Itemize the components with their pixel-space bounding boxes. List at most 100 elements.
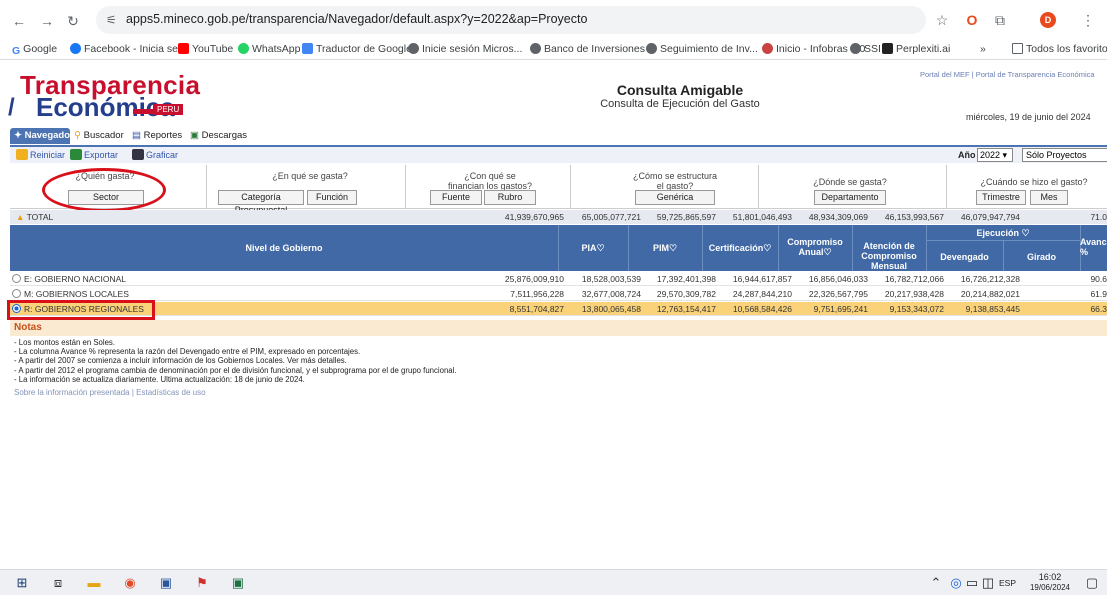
cell-atencion: 9,751,695,241 [813, 304, 868, 314]
cell-girado: 20,214,882,021 [960, 289, 1020, 299]
total-row: ▲ TOTAL 41,939,670,965 65,005,077,721 59… [10, 210, 1107, 224]
cell-pim: 18,528,003,539 [581, 274, 641, 284]
bookmark-traductor[interactable]: Traductor de Google [302, 43, 412, 55]
notes-list: - Los montos están en Soles. - La column… [14, 338, 457, 384]
notes-heading: Notas [10, 320, 1107, 336]
download-icon: ▣ [190, 130, 202, 141]
forward-icon[interactable]: → [40, 14, 54, 28]
total-atencion: 48,934,309,069 [808, 212, 868, 222]
funcion-button[interactable]: Función [307, 190, 357, 205]
cell-devengado: 9,153,343,072 [889, 304, 944, 314]
bookmark-facebook[interactable]: Facebook - Inicia se... [70, 43, 187, 55]
total-girado: 46,079,947,794 [960, 212, 1020, 222]
year-select[interactable]: 2022 ▾ [977, 148, 1013, 162]
rubro-button[interactable]: Rubro [484, 190, 536, 205]
bookmark-star-icon[interactable]: ☆ [934, 12, 950, 28]
mode-select[interactable]: Sólo Proyectos▾ [1022, 148, 1107, 162]
windows-start-icon[interactable]: ⊞ [14, 575, 30, 591]
tab-navegador[interactable]: ✦ Navegador [10, 128, 74, 144]
fuente-button[interactable]: Fuente [430, 190, 482, 205]
question-panel: ¿Quién gasta? Sector ¿En qué se gasta? C… [10, 165, 1107, 215]
browser-chrome: ← → ↻ ⚟ apps5.mineco.gob.pe/transparenci… [0, 0, 1107, 60]
file-explorer-icon[interactable]: ▬ [86, 575, 102, 591]
note-line: - A partir del 2007 se comienza a inclui… [14, 356, 347, 366]
col-devengado[interactable]: Devengado [926, 252, 1003, 262]
radio-button[interactable] [12, 289, 21, 298]
site-header: Transparencia / Económica PERU Consulta … [0, 60, 1107, 130]
more-bookmarks-icon[interactable]: » [980, 43, 986, 55]
divider [758, 165, 759, 209]
logo-peru: PERU [153, 104, 184, 115]
address-bar[interactable]: ⚟ apps5.mineco.gob.pe/transparencia/Nave… [96, 6, 926, 34]
cell-avance: 61.9 [1090, 289, 1107, 299]
sort-icon: ♡ [668, 243, 678, 253]
cell-atencion: 22,326,567,795 [808, 289, 868, 299]
bookmark-banco[interactable]: Banco de Inversiones [530, 43, 645, 55]
bookmark-microsoft[interactable]: Inicie sesión Micros... [408, 43, 522, 55]
col-pia[interactable]: PIA♡ [558, 243, 628, 253]
main-tabs: ✦ Navegador ⚲ Buscador ▤ Reportes ▣ Desc… [10, 128, 1107, 146]
site-info-icon[interactable]: ⚟ [106, 13, 120, 27]
word-icon[interactable]: ▣ [158, 575, 174, 591]
bookmark-seguimiento[interactable]: Seguimiento de Inv... [646, 43, 758, 55]
table-row[interactable]: E: GOBIERNO NACIONAL 25,876,009,910 18,5… [10, 272, 1107, 286]
col-girado[interactable]: Girado [1003, 252, 1080, 262]
cell-pia: 25,876,009,910 [504, 274, 564, 284]
all-bookmarks[interactable]: Todos los favoritos [1012, 43, 1107, 55]
chevron-down-icon: ▾ [1002, 150, 1008, 160]
radio-button[interactable] [12, 274, 21, 283]
portal-links[interactable]: Portal del MEF | Portal de Transparencia… [920, 70, 1095, 79]
table-row[interactable]: M: GOBIERNOS LOCALES 7,511,956,228 32,67… [10, 287, 1107, 301]
battery-icon[interactable]: ▭ [964, 575, 980, 591]
mes-button[interactable]: Mes [1030, 190, 1068, 205]
table-row-selected[interactable]: R: GOBIERNOS REGIONALES 8,551,704,827 13… [10, 302, 1107, 316]
bookmark-perplexity[interactable]: Perplexiti.ai [882, 43, 950, 55]
search-icon: ⚲ [74, 130, 84, 141]
question-donde: ¿Dónde se gasta? [813, 177, 887, 187]
extensions-puzzle-icon[interactable]: ⧉ [992, 12, 1008, 28]
col-certificacion[interactable]: Certificación♡ [702, 243, 778, 253]
question-como: ¿Cómo se estructura el gasto? [632, 171, 718, 191]
chrome-icon[interactable]: ◉ [122, 575, 138, 591]
generica-button[interactable]: Genérica [635, 190, 715, 205]
excel-icon[interactable]: ▣ [230, 575, 246, 591]
profile-avatar[interactable]: D [1040, 12, 1056, 28]
cell-pim: 32,677,008,724 [581, 289, 641, 299]
departamento-button[interactable]: Departamento [814, 190, 886, 205]
trimestre-button[interactable]: Trimestre [976, 190, 1026, 205]
clock-date[interactable]: 19/06/2024 [1024, 583, 1076, 592]
bookmark-ssi[interactable]: SSI [850, 43, 881, 55]
bookmark-google[interactable]: G Google [12, 43, 57, 57]
clock-time[interactable]: 16:02 [1030, 572, 1070, 582]
col-compromiso[interactable]: Compromiso Anual♡ [778, 237, 852, 257]
tab-descargas[interactable]: ▣ Descargas [190, 128, 247, 144]
year-label: Año [958, 150, 976, 160]
total-pim: 65,005,077,721 [581, 212, 641, 222]
chevron-up-icon[interactable]: ⌃ [928, 575, 944, 591]
graficar-button[interactable]: Graficar [132, 149, 178, 160]
tray-app-icon[interactable]: ◎ [948, 575, 964, 591]
reload-icon[interactable]: ↻ [66, 14, 80, 28]
network-icon[interactable]: ◫ [980, 575, 996, 591]
categoria-presupuestal-button[interactable]: Categoría Presupuestal [218, 190, 304, 215]
divider [570, 165, 571, 209]
task-view-icon[interactable]: ⧈ [50, 575, 66, 591]
bookmark-youtube[interactable]: YouTube [178, 43, 233, 55]
extension-icon[interactable]: O [964, 12, 980, 28]
notifications-icon[interactable]: ▢ [1084, 575, 1100, 591]
total-certificacion: 59,725,865,597 [656, 212, 716, 222]
menu-kebab-icon[interactable]: ⋮ [1080, 12, 1096, 28]
total-compromiso: 51,801,046,493 [732, 212, 792, 222]
tab-reportes[interactable]: ▤ Reportes [132, 128, 182, 144]
exportar-button[interactable]: Exportar [70, 149, 118, 160]
acrobat-icon[interactable]: ⚑ [194, 575, 210, 591]
question-cuando: ¿Cuándo se hizo el gasto? [980, 177, 1088, 187]
language-indicator[interactable]: ESP [999, 578, 1016, 588]
tab-buscador[interactable]: ⚲ Buscador [74, 128, 124, 144]
col-ejecucion[interactable]: Ejecución ♡ [926, 228, 1080, 238]
bookmark-whatsapp[interactable]: WhatsApp [238, 43, 300, 55]
back-icon[interactable]: ← [12, 14, 26, 28]
col-pim[interactable]: PIM♡ [628, 243, 702, 253]
notes-footer-links[interactable]: Sobre la información presentada | Estadí… [14, 388, 206, 397]
reiniciar-button[interactable]: Reiniciar [16, 149, 65, 160]
